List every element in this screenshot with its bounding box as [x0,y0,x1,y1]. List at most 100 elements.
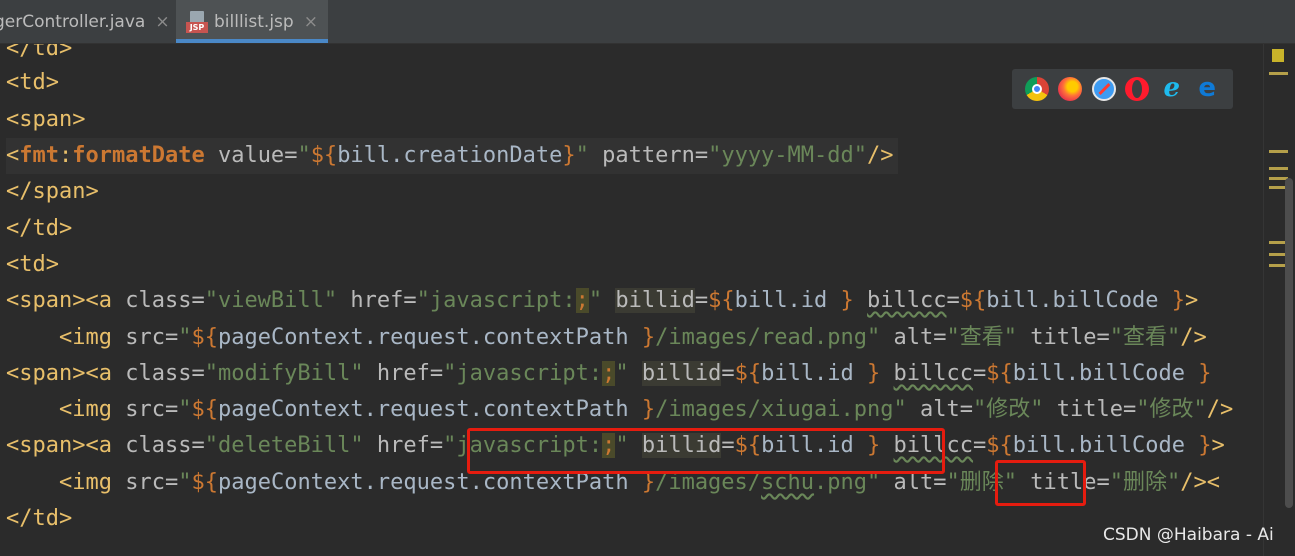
attr-name: billid [641,361,722,386]
expr-var: bill.billCode [986,288,1159,313]
attr-name: class [125,433,192,458]
attr-name: href [376,433,430,458]
tag-open: <img [58,397,112,422]
warning-marker[interactable] [1272,49,1284,62]
expr-open: ${ [191,325,218,350]
equals: = [1096,325,1110,350]
jsp-file-icon: JSP [186,10,208,33]
expr-close: } [1158,288,1185,313]
code-line: </span> [6,174,99,210]
code-line: <span> [6,102,85,138]
highlight-box-alt [995,460,1086,506]
jsp-badge: JSP [186,21,208,33]
equals: = [721,361,735,386]
opera-icon[interactable] [1125,77,1150,101]
attr-name: class [125,361,192,386]
vertical-scrollbar-thumb[interactable] [1285,178,1293,508]
attr-name: href [376,361,430,386]
tag-colon: : [59,143,73,168]
highlight-box-href [467,428,945,474]
tab-billlist-jsp[interactable]: JSP billlist.jsp × [176,0,328,43]
expr-open: ${ [734,361,762,386]
code-line-modify: <span><a class="modifyBill" href="javasc… [6,356,1211,392]
equals: = [946,288,960,313]
attr-value: "修改" [973,397,1044,422]
chrome-icon[interactable] [1024,77,1049,101]
expr-close: } [827,288,854,313]
attr-name: src [125,470,165,495]
equals: = [191,433,205,458]
ie-icon[interactable]: e [1159,75,1185,102]
safari-icon[interactable] [1091,77,1116,101]
expr-close: } [628,397,656,422]
attr-value: /images/xiugai.png" [655,397,907,422]
attr-name: src [125,325,165,350]
attr-name: billid [615,288,695,313]
expr-open: ${ [986,433,1013,458]
attr-value: "yyyy-MM-dd" [708,143,868,168]
tag-text: </td> [6,44,73,61]
tag-text: </td> [6,216,73,241]
expr-close: } [628,325,656,350]
attr-name: pattern [602,143,695,168]
firefox-icon[interactable] [1058,77,1083,101]
code-line-fmt: <fmt:formatDate value="${bill.creationDa… [6,138,898,174]
attr-value: "modifyBill" [204,361,364,386]
tag-text: <td> [6,70,59,95]
expr-close: } [1184,433,1212,458]
equals: = [694,288,709,313]
equals: = [1096,470,1110,495]
attr-value: /images/read.png" [655,325,881,350]
quote: " [178,470,192,495]
tab-controller-java[interactable]: gerController.java × [0,0,170,43]
code-line: <td> [6,247,59,283]
close-icon[interactable]: × [155,12,169,32]
expr-var: bill.id [734,288,828,313]
close-icon[interactable]: × [304,12,318,32]
expr-var: bill.id [761,361,854,386]
quote: " [575,143,589,168]
tag-text: <td> [6,252,59,277]
edge-icon[interactable]: e [1194,75,1220,102]
attr-name: title [1030,325,1097,350]
attr-value: "修改" [1136,397,1207,422]
occurrence-marker[interactable] [1269,167,1288,170]
equals: = [1122,397,1137,422]
attr-value: "javascript: [416,288,576,313]
expr-var: bill.billCode [1012,433,1185,458]
equals: = [164,325,179,350]
attr-value: "deleteBill" [204,433,364,458]
attr-value: "viewBill" [204,288,338,313]
expr-open: ${ [191,397,218,422]
tag-name: formatDate [72,143,205,168]
tag-close: />< [1180,470,1220,495]
code-line: <td> [6,65,59,101]
attr-name: href [350,288,404,313]
quote: " [178,397,192,422]
equals: = [403,288,417,313]
attr-value: "查看" [946,325,1018,350]
tag-open: <span><a [6,433,112,458]
expr-var: bill.creationDate [337,143,563,168]
equals: = [429,361,444,386]
occurrence-marker[interactable] [1269,150,1288,153]
tag-text: <span> [6,107,86,132]
tag-close: /> [867,143,894,168]
equals: = [191,361,205,386]
attr-value: "删除" [1109,470,1181,495]
occurrence-marker[interactable] [1269,72,1288,75]
expr-close: } [562,143,576,168]
expr-open: ${ [986,361,1013,386]
attr-name: class [125,288,192,313]
tag-open: <img [58,470,112,495]
